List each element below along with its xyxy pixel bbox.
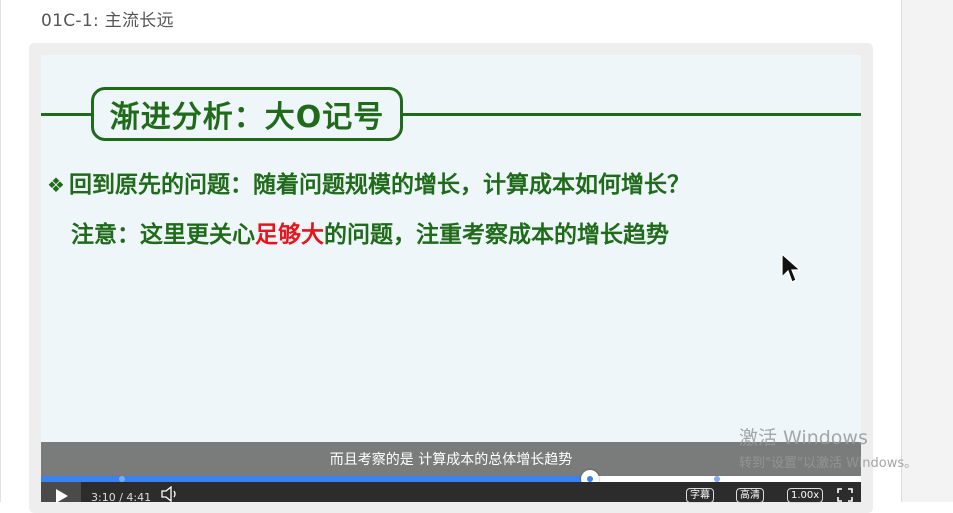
subtitle-bar: 而且考察的是 计算成本的总体增长趋势: [41, 442, 861, 476]
heading-rule-right: [403, 113, 861, 116]
note-prefix: 注意：这里更关心: [71, 222, 255, 248]
lesson-title: 01C-1: 主流长远: [41, 11, 174, 31]
play-icon: [56, 489, 68, 503]
slide-heading: 渐进分析：大O记号: [109, 100, 385, 135]
note-highlight: 足够大: [255, 222, 324, 248]
fullscreen-icon[interactable]: [837, 488, 853, 502]
diamond-bullet-icon: ❖: [47, 173, 65, 197]
left-border: [0, 0, 1, 502]
slide-bullet-text: 回到原先的问题：随着问题规模的增长，计算成本如何增长？: [69, 172, 690, 198]
slide-note-line: 注意：这里更关心足够大的问题，注重考察成本的增长趋势: [71, 215, 669, 249]
control-bar: 3:10 / 4:41 字幕 高清 1.00x: [41, 482, 861, 504]
note-suffix: 的问题，注重考察成本的增长趋势: [324, 222, 669, 248]
captions-button[interactable]: 字幕: [686, 488, 714, 503]
video-frame[interactable]: 渐进分析：大O记号 ❖ 回到原先的问题：随着问题规模的增长，计算成本如何增长？ 注…: [41, 55, 861, 475]
watermark-line-2: 转到"设置"以激活 Windows。: [739, 456, 918, 471]
slide-bullet-line: ❖ 回到原先的问题：随着问题规模的增长，计算成本如何增长？: [47, 165, 690, 199]
play-button[interactable]: [41, 482, 81, 503]
watermark-line-1: 激活 Windows: [739, 427, 868, 449]
heading-rule-left: [41, 113, 93, 116]
slide-heading-box: 渐进分析：大O记号: [91, 87, 403, 141]
subtitle-text: 而且考察的是 计算成本的总体增长趋势: [329, 452, 573, 468]
windows-activation-watermark: 激活 Windows 转到"设置"以激活 Windows。: [739, 423, 917, 471]
mouse-cursor-icon: [781, 253, 801, 283]
quality-button[interactable]: 高清: [736, 488, 764, 503]
time-display: 3:10 / 4:41: [91, 491, 152, 504]
speed-button[interactable]: 1.00x: [787, 488, 824, 503]
volume-icon[interactable]: [161, 486, 181, 502]
